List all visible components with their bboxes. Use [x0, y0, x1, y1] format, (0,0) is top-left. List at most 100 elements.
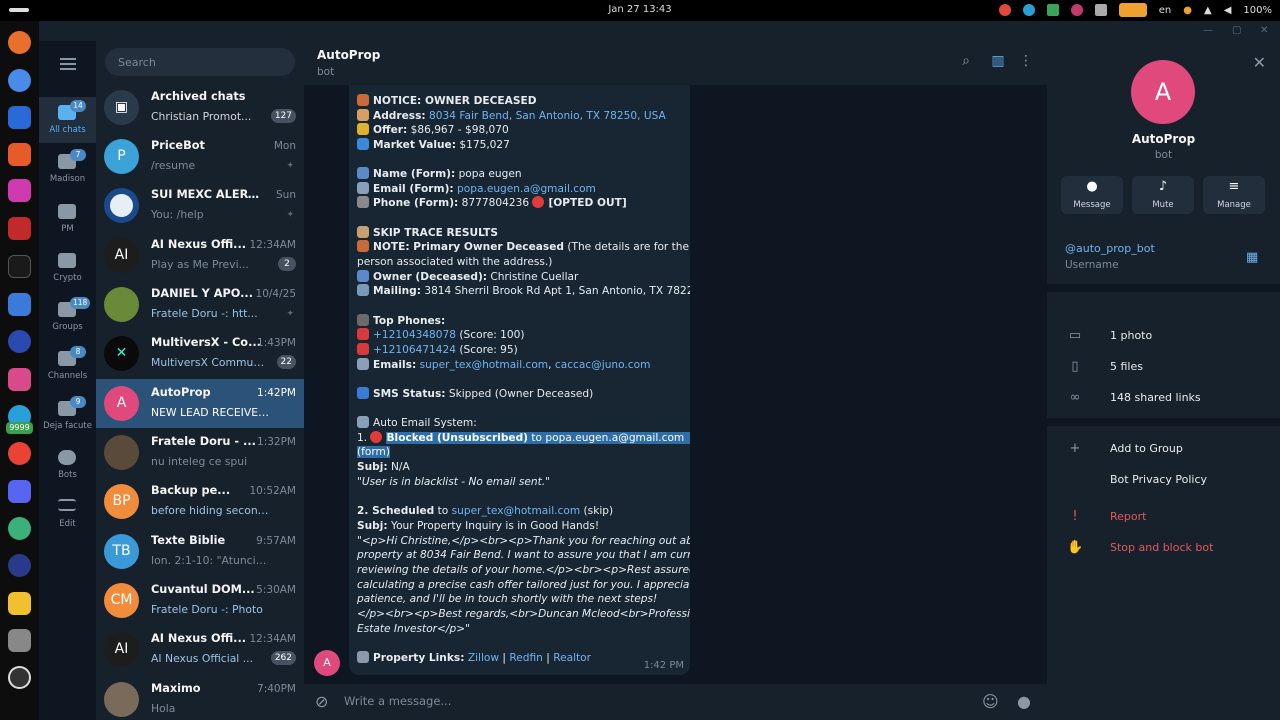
- telegram-tray-icon[interactable]: [1022, 4, 1035, 16]
- folder-edit[interactable]: Edit: [39, 491, 96, 537]
- chat-item[interactable]: TB Texte Biblie 9:57AM Ion. 2:1-10: "Atunci…: [96, 527, 304, 576]
- chat-item[interactable]: AI AI Nexus Offi... 12:34AM Play as Me Prev…: [96, 231, 304, 280]
- app-store-icon[interactable]: [8, 143, 31, 166]
- folder-channels[interactable]: 8 Channels: [39, 343, 96, 389]
- chat-item-autoprop[interactable]: A AutoProp 1:42PM NEW LEAD RECEIVED ...: [96, 379, 304, 428]
- message-line: calculating a precise cash offer tailore…: [357, 579, 690, 591]
- discord-icon[interactable]: [8, 480, 31, 503]
- folder-crypto[interactable]: Crypto: [39, 245, 96, 291]
- message-input[interactable]: Write a message...: [344, 694, 451, 708]
- chat-item[interactable]: Fratele Doru - ... 1:32PM nu inteleg ce sp…: [96, 428, 304, 477]
- emoji-icon[interactable]: ☺: [982, 692, 999, 711]
- message-line: Top Phones:: [357, 314, 687, 329]
- steam-icon[interactable]: [8, 554, 31, 577]
- phone-link[interactable]: +12104348078: [373, 329, 456, 341]
- profile-username[interactable]: @auto_prop_bot: [1065, 242, 1155, 255]
- redfin-link[interactable]: Redfin: [509, 652, 543, 664]
- sidebar-toggle-icon[interactable]: ▥: [989, 53, 1007, 71]
- microphone-icon[interactable]: ●: [1017, 692, 1031, 711]
- attach-icon[interactable]: ⊘: [315, 692, 328, 711]
- search-input[interactable]: Search: [105, 48, 295, 76]
- wallet-icon[interactable]: [8, 330, 31, 353]
- message-button[interactable]: ● Message: [1061, 176, 1123, 214]
- folder-deja-facute[interactable]: 9 Deja facute: [39, 393, 96, 439]
- shared-photos[interactable]: ▭ 1 photo: [1047, 321, 1280, 351]
- archived-chats[interactable]: ▣ Archived chats Christian Promot... 127: [96, 83, 304, 132]
- folder-bots[interactable]: Bots: [39, 442, 96, 488]
- chat-item[interactable]: P PriceBot Mon/resume ✦: [96, 132, 304, 181]
- chat-item[interactable]: ✕ MultiversX - Co... 1:43PM MultiversX Comm…: [96, 329, 304, 378]
- chat-item[interactable]: AI AI Nexus Offi... 12:34AM AI Nexus Offici…: [96, 625, 304, 674]
- message-bubble[interactable]: NOTICE: OWNER DECEASED Address: 8034 Fai…: [349, 85, 690, 675]
- minimize-button[interactable]: —: [1203, 25, 1213, 36]
- message-line: Name (Form): popa eugen: [357, 167, 687, 182]
- battery-level[interactable]: 100%: [1243, 5, 1272, 16]
- terminal-icon[interactable]: [8, 217, 31, 240]
- tray-app-icon[interactable]: [998, 4, 1011, 16]
- realtor-link[interactable]: Realtor: [553, 652, 591, 664]
- add-to-group-button[interactable]: + Add to Group: [1047, 434, 1280, 464]
- qr-code-icon[interactable]: ▦: [1246, 250, 1258, 265]
- chat-item[interactable]: CM Cuvantul DOM... 5:30AM Fratele Doru -: P…: [96, 576, 304, 625]
- office-icon[interactable]: [8, 179, 31, 202]
- chat-item[interactable]: SUI MEXC ALERTS Sun You: /help ✦: [96, 181, 304, 230]
- stop-and-block-button[interactable]: ✋ Stop and block bot: [1047, 533, 1280, 563]
- email-link[interactable]: popa.eugen.a@gmail.com: [457, 183, 596, 195]
- conversation-header[interactable]: AutoProp bot ⌕ ▥ ⋮: [304, 41, 1047, 85]
- manage-button[interactable]: ≡ Manage: [1203, 176, 1265, 214]
- wifi-icon[interactable]: ▲: [1204, 5, 1212, 16]
- gemini-icon[interactable]: [8, 106, 31, 129]
- shared-files[interactable]: ▯ 5 files: [1047, 352, 1280, 382]
- folder-pm[interactable]: PM: [39, 196, 96, 242]
- input-method-icon[interactable]: [1118, 3, 1147, 17]
- theme-app-icon[interactable]: [8, 255, 31, 278]
- zillow-link[interactable]: Zillow: [468, 652, 499, 664]
- bot-avatar[interactable]: A: [314, 650, 340, 676]
- bot-privacy-policy-button[interactable]: Bot Privacy Policy: [1047, 465, 1280, 495]
- firefox-icon[interactable]: [8, 31, 31, 54]
- email-link[interactable]: super_tex@hotmail.com: [452, 505, 581, 517]
- chat-item[interactable]: DANIEL Y APO... 10/4/25 Fratele Doru -: ht…: [96, 280, 304, 329]
- language-indicator[interactable]: en: [1159, 5, 1172, 16]
- message-line: Phone (Form): 8777804236 [OPTED OUT]: [357, 196, 687, 211]
- microphone-icon[interactable]: ●: [1183, 5, 1192, 16]
- email-link[interactable]: caccac@juno.com: [555, 359, 651, 371]
- extension-tray-icon[interactable]: [1070, 4, 1083, 16]
- shared-links[interactable]: ∞ 148 shared links: [1047, 383, 1280, 413]
- volume-icon[interactable]: ◀: [1224, 5, 1232, 16]
- search-icon[interactable]: ⌕: [957, 53, 975, 71]
- address-link[interactable]: 8034 Fair Bend, San Antonio, TX 78250, U…: [429, 110, 666, 122]
- message-line: Emails: super_tex@hotmail.com, caccac@ju…: [357, 358, 687, 373]
- folder-madison[interactable]: 7 Madison: [39, 146, 96, 192]
- pikachu-icon[interactable]: [8, 592, 31, 615]
- chat-item[interactable]: Maximo 7:40PM Hola: [96, 675, 304, 720]
- chrome-icon[interactable]: [8, 69, 31, 92]
- report-button[interactable]: ! Report: [1047, 502, 1280, 532]
- menu-icon[interactable]: [60, 58, 76, 70]
- chat-title[interactable]: AutoProp: [317, 48, 380, 62]
- folder-groups[interactable]: 118 Groups: [39, 294, 96, 340]
- maximize-button[interactable]: ▢: [1232, 25, 1241, 36]
- avatar: [104, 435, 139, 470]
- message-line: SKIP TRACE RESULTS: [357, 226, 687, 241]
- xbox-icon[interactable]: [8, 517, 31, 540]
- close-icon[interactable]: ✕: [1253, 53, 1266, 72]
- python-icon[interactable]: [8, 293, 31, 316]
- message-line: SMS Status: Skipped (Owner Deceased): [357, 387, 687, 402]
- shield-tray-icon[interactable]: [1046, 4, 1059, 16]
- mute-button[interactable]: ♪ Mute: [1132, 176, 1194, 214]
- profile-avatar[interactable]: A: [1131, 60, 1195, 124]
- folder-all-chats[interactable]: 14 All chats: [39, 97, 96, 143]
- files-icon[interactable]: [8, 368, 31, 391]
- window-close-button[interactable]: ✕: [1260, 25, 1268, 36]
- ubuntu-icon[interactable]: [8, 666, 31, 689]
- avatar: CM: [104, 583, 139, 618]
- email-link[interactable]: super_tex@hotmail.com: [420, 359, 549, 371]
- chat-tray-icon[interactable]: [1094, 4, 1107, 16]
- link-icon: [357, 651, 369, 663]
- more-icon[interactable]: ⋮: [1017, 53, 1035, 71]
- settings-icon[interactable]: [8, 629, 31, 652]
- chrome-app-icon[interactable]: [8, 442, 31, 465]
- chat-item[interactable]: BP Backup pe... 10:52AM before hiding secon…: [96, 477, 304, 526]
- phone-link[interactable]: +12106471424: [373, 344, 456, 356]
